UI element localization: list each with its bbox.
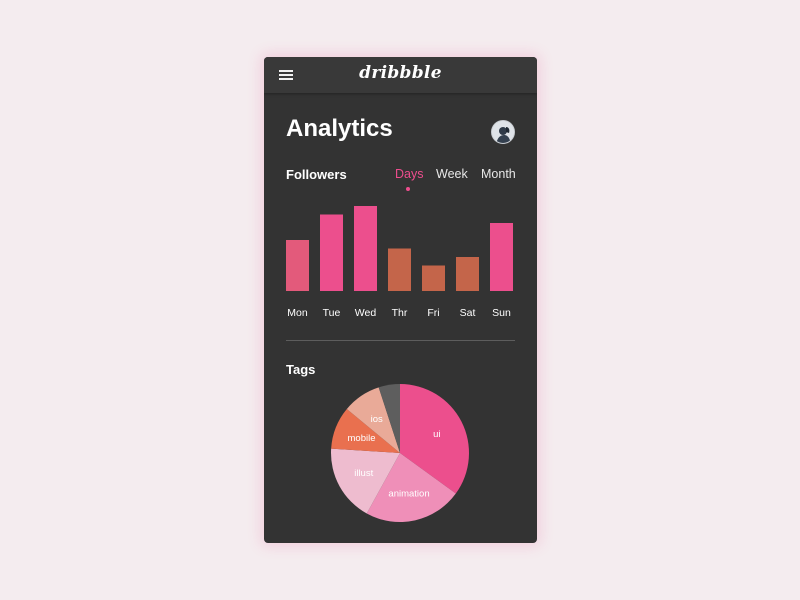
x-tick-label: Mon	[287, 307, 308, 319]
bar-thr	[388, 248, 411, 291]
phone-screen: dribbble Analytics Followers Days Week M…	[264, 57, 537, 543]
pie-label-illust: illust	[354, 468, 373, 479]
tab-week[interactable]: Week	[436, 167, 468, 181]
bar-mon	[286, 240, 309, 291]
x-tick-label: Sat	[460, 307, 476, 319]
bar-sun	[490, 223, 513, 291]
x-tick-label: Sun	[492, 307, 511, 319]
tab-days[interactable]: Days	[395, 167, 423, 181]
tags-label: Tags	[286, 362, 316, 377]
divider	[286, 340, 515, 341]
tags-pie-chart: ui animation illust mobile ios	[331, 384, 469, 523]
pie-label-animation: animation	[388, 488, 429, 499]
tab-month[interactable]: Month	[481, 167, 516, 181]
x-tick-label: Thr	[392, 307, 408, 319]
page-title: Analytics	[286, 115, 393, 142]
bar-wed	[354, 206, 377, 291]
pie-label-mobile: mobile	[348, 433, 376, 444]
followers-bar-chart: Mon Tue Wed Thr Fri Sat Sun	[286, 206, 513, 319]
x-tick-label: Wed	[355, 307, 377, 319]
pie-label-ios: ios	[371, 414, 383, 425]
x-tick-label: Fri	[427, 307, 439, 319]
app-logo: dribbble	[359, 63, 442, 83]
avatar[interactable]	[491, 120, 515, 144]
pie-label-ui: ui	[433, 429, 440, 440]
x-tick-label: Tue	[323, 307, 341, 319]
period-tabs: Days Week Month	[264, 167, 537, 191]
active-tab-indicator	[406, 187, 410, 191]
avatar-image	[492, 121, 514, 143]
top-bar: dribbble	[264, 57, 537, 93]
bar-sat	[456, 257, 479, 291]
bar-fri	[422, 265, 445, 291]
bar-tue	[320, 214, 343, 291]
